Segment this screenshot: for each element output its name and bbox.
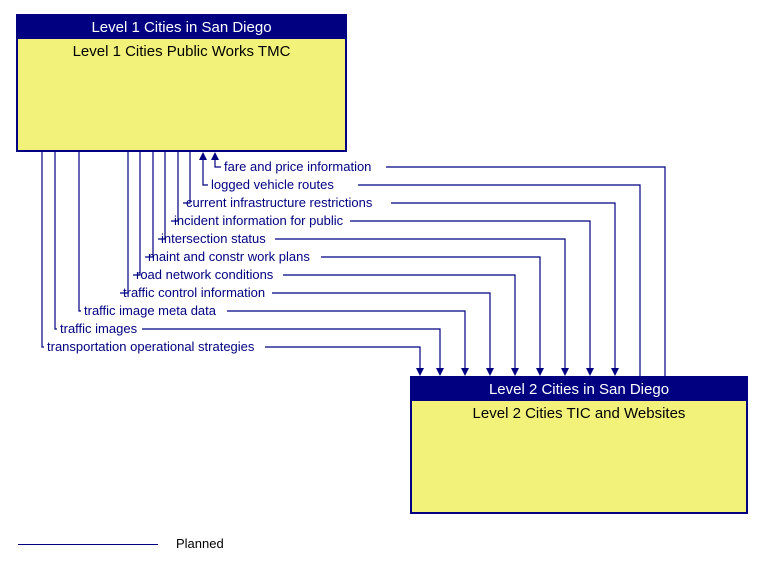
flow-incident-info: incident information for public	[174, 213, 343, 228]
flow-infra-restrictions: current infrastructure restrictions	[186, 195, 372, 210]
legend-label-planned: Planned	[176, 536, 224, 551]
flow-maint-constr: maint and constr work plans	[148, 249, 310, 264]
box-level1-title: Level 1 Cities Public Works TMC	[18, 39, 345, 64]
flow-logged-routes: logged vehicle routes	[211, 177, 334, 192]
box-level2-header: Level 2 Cities in San Diego	[412, 378, 746, 401]
flow-op-strategies: transportation operational strategies	[47, 339, 254, 354]
box-level1-header: Level 1 Cities in San Diego	[18, 16, 345, 39]
box-level1-tmc: Level 1 Cities in San Diego Level 1 Citi…	[16, 14, 347, 152]
legend-line-planned	[18, 544, 158, 545]
flow-intersection-status: intersection status	[161, 231, 266, 246]
flow-traffic-control: traffic control information	[123, 285, 265, 300]
flow-road-network: road network conditions	[136, 267, 273, 282]
flow-traffic-images: traffic images	[60, 321, 137, 336]
box-level2-tic: Level 2 Cities in San Diego Level 2 Citi…	[410, 376, 748, 514]
flow-traffic-meta: traffic image meta data	[84, 303, 216, 318]
flow-fare-price: fare and price information	[224, 159, 371, 174]
box-level2-title: Level 2 Cities TIC and Websites	[412, 401, 746, 426]
